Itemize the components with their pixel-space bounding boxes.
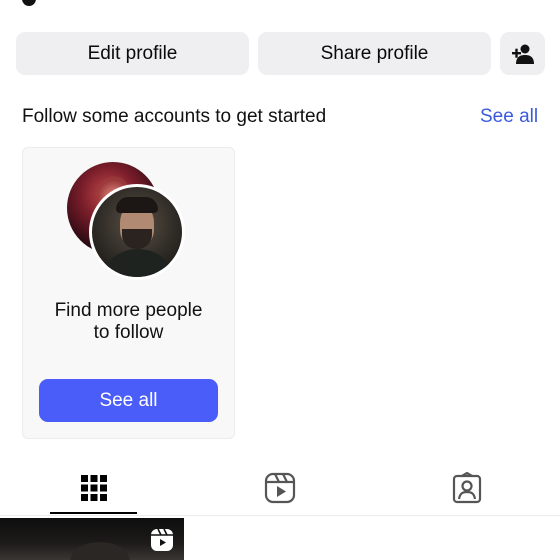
share-profile-button[interactable]: Share profile (258, 32, 491, 75)
post-thumbnail[interactable] (0, 518, 184, 560)
see-all-link[interactable]: See all (480, 106, 538, 128)
add-person-icon (511, 44, 534, 64)
tagged-person-icon (452, 471, 482, 503)
reels-badge-icon (151, 528, 173, 551)
reel-badge (150, 528, 174, 557)
avatar-front (89, 184, 185, 280)
suggestion-card: Find more people to follow See all (22, 147, 235, 439)
edit-profile-button[interactable]: Edit profile (16, 32, 249, 75)
card-see-all-button[interactable]: See all (39, 379, 218, 422)
tab-reels[interactable] (230, 460, 330, 515)
profile-name-row-cropped (0, 0, 560, 6)
card-message-line1: Find more people (54, 300, 203, 321)
active-tab-indicator (50, 512, 137, 514)
grid-icon (81, 474, 107, 501)
card-message-line2: to follow (93, 322, 164, 343)
status-dot (22, 0, 36, 6)
reels-icon (264, 472, 296, 503)
discover-people-button[interactable] (500, 32, 545, 75)
suggestions-heading: Follow some accounts to get started (22, 106, 327, 127)
tab-posts-grid[interactable] (44, 460, 144, 515)
tab-tagged[interactable] (417, 460, 517, 515)
card-message: Find more people to follow (23, 300, 234, 344)
profile-tabs (0, 460, 560, 516)
thumbnail-content (70, 542, 130, 560)
